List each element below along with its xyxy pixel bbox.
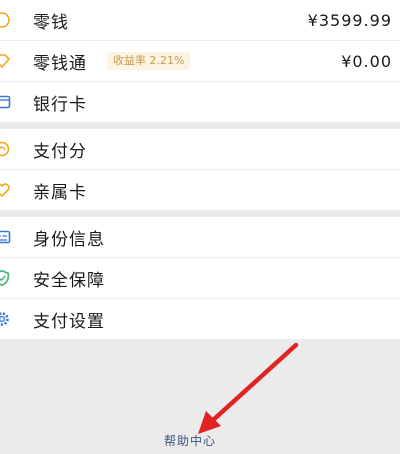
heart-icon <box>0 181 11 199</box>
help-center-link[interactable]: 帮助中心 <box>164 432 216 449</box>
family-card-label: 亲属卡 <box>33 182 87 203</box>
pay-score-row[interactable]: 支付分 <box>0 129 400 170</box>
id-card-icon <box>0 228 11 246</box>
pay-settings-label: 支付设置 <box>33 311 105 332</box>
change-pass-row[interactable]: 零钱通 收益率 2.21% ¥0.00 <box>0 41 400 82</box>
wallet-section: 零钱 ¥3599.99 零钱通 收益率 2.21% ¥0.00 银行卡 <box>0 0 400 122</box>
family-card-row[interactable]: 亲属卡 <box>0 170 400 210</box>
bank-card-row[interactable]: 银行卡 <box>0 82 400 122</box>
card-icon <box>0 93 11 111</box>
section-divider <box>0 122 400 129</box>
change-balance: ¥3599.99 <box>307 10 392 30</box>
shield-icon <box>0 269 11 287</box>
section-divider <box>0 210 400 217</box>
services-section: 支付分 亲属卡 <box>0 129 400 210</box>
change-label: 零钱 <box>33 12 69 33</box>
pay-score-label: 支付分 <box>33 141 87 162</box>
change-pass-label: 零钱通 <box>33 53 87 74</box>
gear-icon <box>0 310 11 328</box>
identity-row[interactable]: 身份信息 <box>0 217 400 258</box>
security-row[interactable]: 安全保障 <box>0 258 400 299</box>
pay-settings-row[interactable]: 支付设置 <box>0 299 400 339</box>
coin-icon <box>0 11 11 29</box>
change-row[interactable]: 零钱 ¥3599.99 <box>0 0 400 41</box>
score-icon <box>0 140 11 158</box>
settings-section: 身份信息 安全保障 支付设置 <box>0 217 400 339</box>
security-label: 安全保障 <box>33 270 105 291</box>
identity-label: 身份信息 <box>33 229 105 250</box>
diamond-icon <box>0 52 11 70</box>
yield-rate-badge: 收益率 2.21% <box>107 52 191 70</box>
change-pass-balance: ¥0.00 <box>341 51 392 71</box>
bank-card-label: 银行卡 <box>33 94 87 115</box>
